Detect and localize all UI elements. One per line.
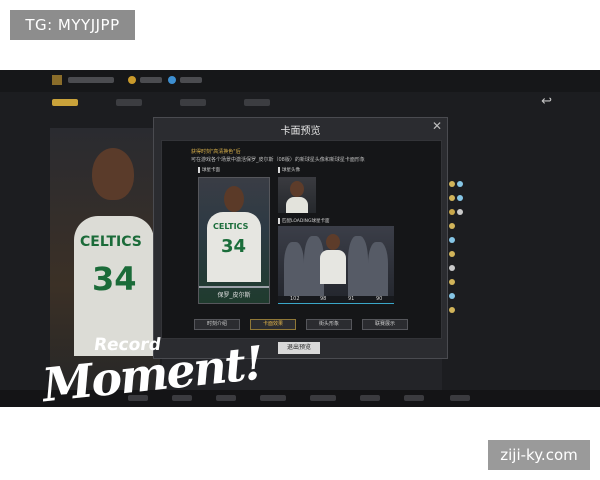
bottom-nav-item[interactable]	[216, 395, 236, 401]
jersey-number-text: 34	[92, 260, 137, 298]
subnav-tab[interactable]	[244, 99, 270, 106]
coin-amount	[140, 77, 162, 83]
silhouette	[348, 236, 368, 296]
row-icon	[449, 265, 455, 271]
row-icon	[457, 181, 463, 187]
row-icon	[449, 195, 455, 201]
card-jersey: CELTICS 34	[207, 212, 261, 282]
row-icon	[449, 279, 455, 285]
list-item[interactable]	[447, 264, 547, 274]
row-icon	[449, 209, 455, 215]
list-item[interactable]	[447, 306, 547, 316]
notice-text: 获得时刻"高清换色"后	[191, 148, 241, 155]
stat-value: 98	[320, 296, 327, 302]
section-label-avatar: 球星头像	[278, 167, 300, 173]
site-badge: ziji-ky.com	[488, 440, 590, 470]
right-list	[447, 180, 547, 380]
avatar-body	[286, 197, 308, 213]
list-item[interactable]	[447, 208, 547, 218]
stat-value: 90	[376, 296, 383, 302]
silhouette	[284, 242, 304, 296]
jersey-team-text: CELTICS	[80, 234, 142, 250]
sub-nav	[0, 96, 600, 110]
bottom-nav-item[interactable]	[404, 395, 424, 401]
notice-subtext: 可在游戏各个场景中激活保罗_皮尔斯（08版）的新球星头像和新球星卡面形象	[191, 157, 365, 163]
modal-title: 卡面预览	[280, 126, 321, 137]
stat-value: 91	[348, 296, 355, 302]
player-bg-head	[92, 148, 134, 200]
stats-underline	[278, 303, 394, 304]
row-icon	[449, 293, 455, 299]
card-divider	[199, 286, 269, 288]
player-avatar	[278, 177, 316, 213]
row-icon	[457, 195, 463, 201]
list-item[interactable]	[447, 222, 547, 232]
subnav-tab-active[interactable]	[52, 99, 78, 106]
game-screen: ↩ CELTICS 34 卡面预览 ✕ 获得时刻"高清换色"后 可在游戏各个场景…	[0, 70, 600, 407]
notice-highlight: 获得时刻"高清换色"后	[191, 149, 241, 155]
list-item[interactable]	[447, 180, 547, 190]
loading-card-preview: 102 98 91 90	[278, 226, 394, 304]
tab-card-effect[interactable]: 卡面效果	[250, 319, 296, 330]
tab-league-display[interactable]: 联赛展示	[362, 319, 408, 330]
list-item[interactable]	[447, 236, 547, 246]
list-item[interactable]	[447, 250, 547, 260]
record-moment-logo: Record Moment!	[40, 325, 265, 407]
tab-street-image[interactable]: 街头形象	[306, 319, 352, 330]
player-card: CELTICS 34 保罗_皮尔斯	[198, 177, 270, 304]
avatar-head	[290, 181, 304, 197]
card-player-name: 保罗_皮尔斯	[217, 292, 251, 299]
silhouette	[368, 242, 388, 296]
card-jersey-team: CELTICS	[213, 222, 249, 231]
close-icon[interactable]: ✕	[432, 119, 442, 133]
subnav-tab[interactable]	[116, 99, 142, 106]
tg-badge: TG: MYYJJPP	[10, 10, 135, 40]
game-logo	[52, 75, 62, 85]
gem-icon	[168, 76, 176, 84]
bottom-nav-item[interactable]	[260, 395, 286, 401]
loading-stats-bar: 102 98 91 90	[278, 296, 394, 304]
row-icon	[457, 209, 463, 215]
bottom-nav-item[interactable]	[450, 395, 470, 401]
card-jersey-number: 34	[221, 236, 247, 257]
stat-value: 102	[290, 296, 300, 302]
card-player-head	[224, 186, 244, 212]
loading-player-head	[326, 234, 340, 250]
row-icon	[449, 181, 455, 187]
gem-amount	[180, 77, 202, 83]
coin-icon	[128, 76, 136, 84]
top-bar	[0, 70, 600, 92]
row-icon	[449, 251, 455, 257]
row-icon	[449, 307, 455, 313]
list-item[interactable]	[447, 194, 547, 204]
row-icon	[449, 237, 455, 243]
exit-preview-button[interactable]: 退出预览	[278, 342, 320, 354]
list-item[interactable]	[447, 278, 547, 288]
row-icon	[449, 223, 455, 229]
bottom-nav-item[interactable]	[310, 395, 336, 401]
card-preview-modal: 卡面预览 ✕ 获得时刻"高清换色"后 可在游戏各个场景中激活保罗_皮尔斯（08版…	[153, 117, 448, 359]
back-arrow-icon[interactable]: ↩	[541, 94, 552, 109]
section-label-loading: 匹配LOADING球星卡面	[278, 218, 330, 224]
section-label-card: 球星卡面	[198, 167, 220, 173]
subnav-tab[interactable]	[180, 99, 206, 106]
bottom-nav-item[interactable]	[360, 395, 380, 401]
loading-player-body	[320, 250, 346, 284]
list-item[interactable]	[447, 292, 547, 302]
top-bar-text	[68, 77, 114, 83]
